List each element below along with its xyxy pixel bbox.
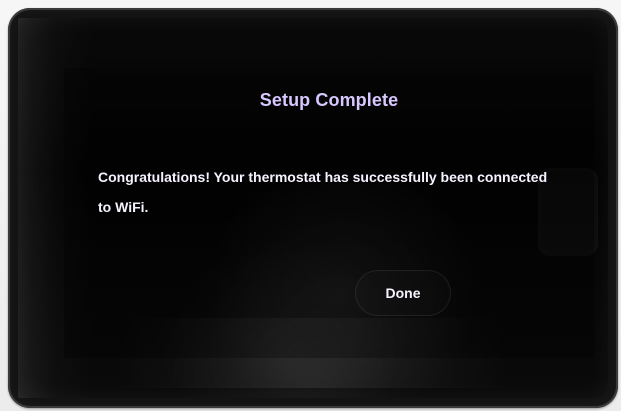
dialog-title: Setup Complete: [259, 90, 399, 110]
display-glass: Setup Complete Congratulations! Your the…: [18, 18, 608, 398]
thermostat-bezel: Setup Complete Congratulations! Your the…: [8, 8, 618, 408]
setup-complete-dialog: Setup Complete Congratulations! Your the…: [64, 68, 594, 358]
setup-screen: Setup Complete Congratulations! Your the…: [64, 68, 594, 358]
success-message: Congratulations! Your thermostat has suc…: [98, 169, 548, 215]
done-button[interactable]: Done: [355, 270, 451, 316]
device-photo: Setup Complete Congratulations! Your the…: [0, 0, 621, 411]
